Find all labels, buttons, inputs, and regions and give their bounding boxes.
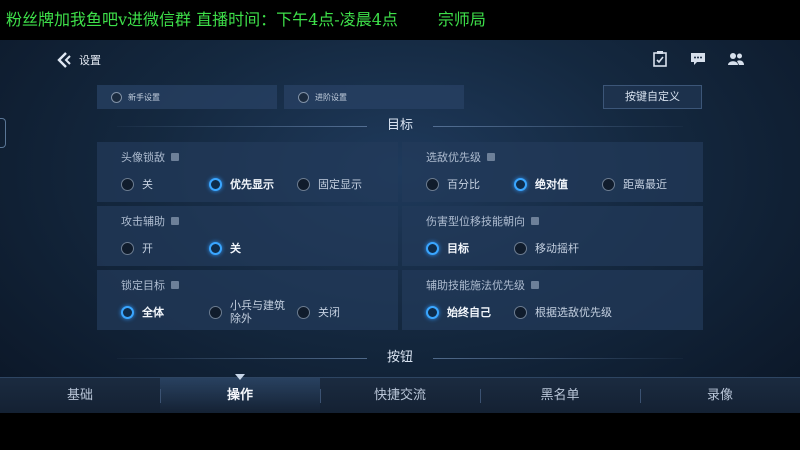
option-priority-display[interactable]: 优先显示 (209, 176, 274, 192)
tab-basic[interactable]: 基础 (0, 378, 160, 413)
key-define-button[interactable]: 按键自定义 (603, 85, 702, 109)
radio-icon (426, 177, 439, 191)
tab-blacklist[interactable]: 黑名单 (480, 378, 640, 413)
option-label: 关 (142, 178, 153, 191)
option-close[interactable]: 关闭 (297, 304, 340, 320)
clipboard-check-icon[interactable] (651, 50, 669, 68)
option-label: 开 (142, 242, 153, 255)
card-label-text: 攻击辅助 (121, 215, 165, 228)
page-title: 设置 (79, 54, 101, 67)
card-label: 伤害型位移技能朝向 (426, 213, 539, 229)
radio-icon (209, 241, 222, 255)
option-off[interactable]: 关 (121, 176, 153, 192)
option-label-line-2: 除外 (230, 312, 252, 325)
card-label: 选敌优先级 (426, 149, 495, 165)
option-percentage[interactable]: 百分比 (426, 176, 480, 192)
option-by-enemy-priority[interactable]: 根据选敌优先级 (514, 304, 612, 320)
option-exclude-minions-buildings[interactable]: 小兵与建筑 除外 (209, 299, 285, 325)
radio-icon (209, 177, 222, 191)
option-label: 距离最近 (623, 178, 667, 191)
info-icon[interactable] (171, 281, 179, 289)
option-on[interactable]: 开 (121, 240, 153, 256)
option-label: 全体 (142, 306, 164, 319)
option-always-self[interactable]: 始终自己 (426, 304, 491, 320)
tab-replay[interactable]: 录像 (640, 378, 800, 413)
card-lock-target: 锁定目标 全体 小兵与建筑 除外 关闭 (97, 270, 398, 330)
card-label: 锁定目标 (121, 277, 179, 293)
radio-icon (121, 241, 134, 255)
option-label: 绝对值 (535, 178, 568, 191)
card-label-text: 伤害型位移技能朝向 (426, 215, 525, 228)
option-label: 始终自己 (447, 306, 491, 319)
info-icon[interactable] (487, 153, 495, 161)
novice-settings-radio (111, 91, 122, 103)
stream-banner-text: 粉丝牌加我鱼吧v进微信群 直播时间：下午4点-凌晨4点 (6, 10, 398, 29)
option-all[interactable]: 全体 (121, 304, 164, 320)
info-icon[interactable] (171, 217, 179, 225)
radio-icon (426, 241, 439, 255)
radio-icon (514, 305, 527, 319)
radio-icon (121, 305, 134, 319)
radio-icon (297, 305, 310, 319)
card-label-text: 选敌优先级 (426, 151, 481, 164)
option-move-joystick[interactable]: 移动摇杆 (514, 240, 579, 256)
card-attack-assist: 攻击辅助 开 关 (97, 206, 398, 266)
radio-icon (514, 177, 527, 191)
card-skill-direction: 伤害型位移技能朝向 目标 移动摇杆 (402, 206, 703, 266)
option-label: 关 (230, 242, 241, 255)
radio-icon (514, 241, 527, 255)
chat-icon[interactable] (689, 50, 707, 68)
section-title-target: 目标 (97, 117, 703, 135)
option-off[interactable]: 关 (209, 240, 241, 256)
info-icon[interactable] (531, 281, 539, 289)
card-label-text: 辅助技能施法优先级 (426, 279, 525, 292)
card-label-text: 锁定目标 (121, 279, 165, 292)
option-label: 目标 (447, 242, 469, 255)
card-label: 头像锁敌 (121, 149, 179, 165)
side-handle[interactable] (0, 118, 6, 148)
info-icon[interactable] (531, 217, 539, 225)
settings-screen: 设置 新手设置 进阶设置 按键自定义 目标 头像锁敌 关 优先显示 固定显示 选… (0, 40, 800, 413)
card-label: 攻击辅助 (121, 213, 179, 229)
back-chevron-icon[interactable] (55, 51, 73, 69)
card-label-text: 头像锁敌 (121, 151, 165, 164)
tab-operation[interactable]: 操作 (160, 378, 320, 413)
option-label: 固定显示 (318, 178, 362, 191)
tab-quick-chat[interactable]: 快捷交流 (320, 378, 480, 413)
option-label: 移动摇杆 (535, 242, 579, 255)
option-label: 关闭 (318, 306, 340, 319)
section-title-buttons: 按钮 (97, 349, 703, 367)
advanced-settings-radio (298, 91, 309, 103)
novice-settings-button[interactable]: 新手设置 (97, 85, 277, 109)
card-label: 辅助技能施法优先级 (426, 277, 539, 293)
advanced-settings-label: 进阶设置 (315, 92, 347, 102)
top-icons (651, 50, 745, 68)
radio-icon (426, 305, 439, 319)
option-label: 百分比 (447, 178, 480, 191)
option-fixed-display[interactable]: 固定显示 (297, 176, 362, 192)
radio-icon (297, 177, 310, 191)
info-icon[interactable] (171, 153, 179, 161)
bottom-tab-bar: 基础 操作 快捷交流 黑名单 录像 (0, 377, 800, 413)
option-label: 优先显示 (230, 178, 274, 191)
option-target[interactable]: 目标 (426, 240, 469, 256)
novice-settings-label: 新手设置 (128, 92, 160, 102)
card-assist-skill-priority: 辅助技能施法优先级 始终自己 根据选敌优先级 (402, 270, 703, 330)
radio-icon (121, 177, 134, 191)
option-label: 小兵与建筑 除外 (230, 299, 285, 325)
card-head-lock: 头像锁敌 关 优先显示 固定显示 (97, 142, 398, 202)
option-label-line-1: 小兵与建筑 (230, 299, 285, 312)
option-label: 根据选敌优先级 (535, 306, 612, 319)
letterbox-bottom (0, 413, 800, 450)
card-enemy-priority: 选敌优先级 百分比 绝对值 距离最近 (402, 142, 703, 202)
option-absolute-value[interactable]: 绝对值 (514, 176, 568, 192)
advanced-settings-button[interactable]: 进阶设置 (284, 85, 464, 109)
radio-icon (602, 177, 615, 191)
friends-icon[interactable] (727, 50, 745, 68)
option-nearest[interactable]: 距离最近 (602, 176, 667, 192)
stream-room-name: 宗师局 (437, 10, 486, 29)
header: 设置 (55, 50, 101, 70)
stream-banner: 粉丝牌加我鱼吧v进微信群 直播时间：下午4点-凌晨4点 宗师局 (0, 0, 800, 40)
radio-icon (209, 305, 222, 319)
